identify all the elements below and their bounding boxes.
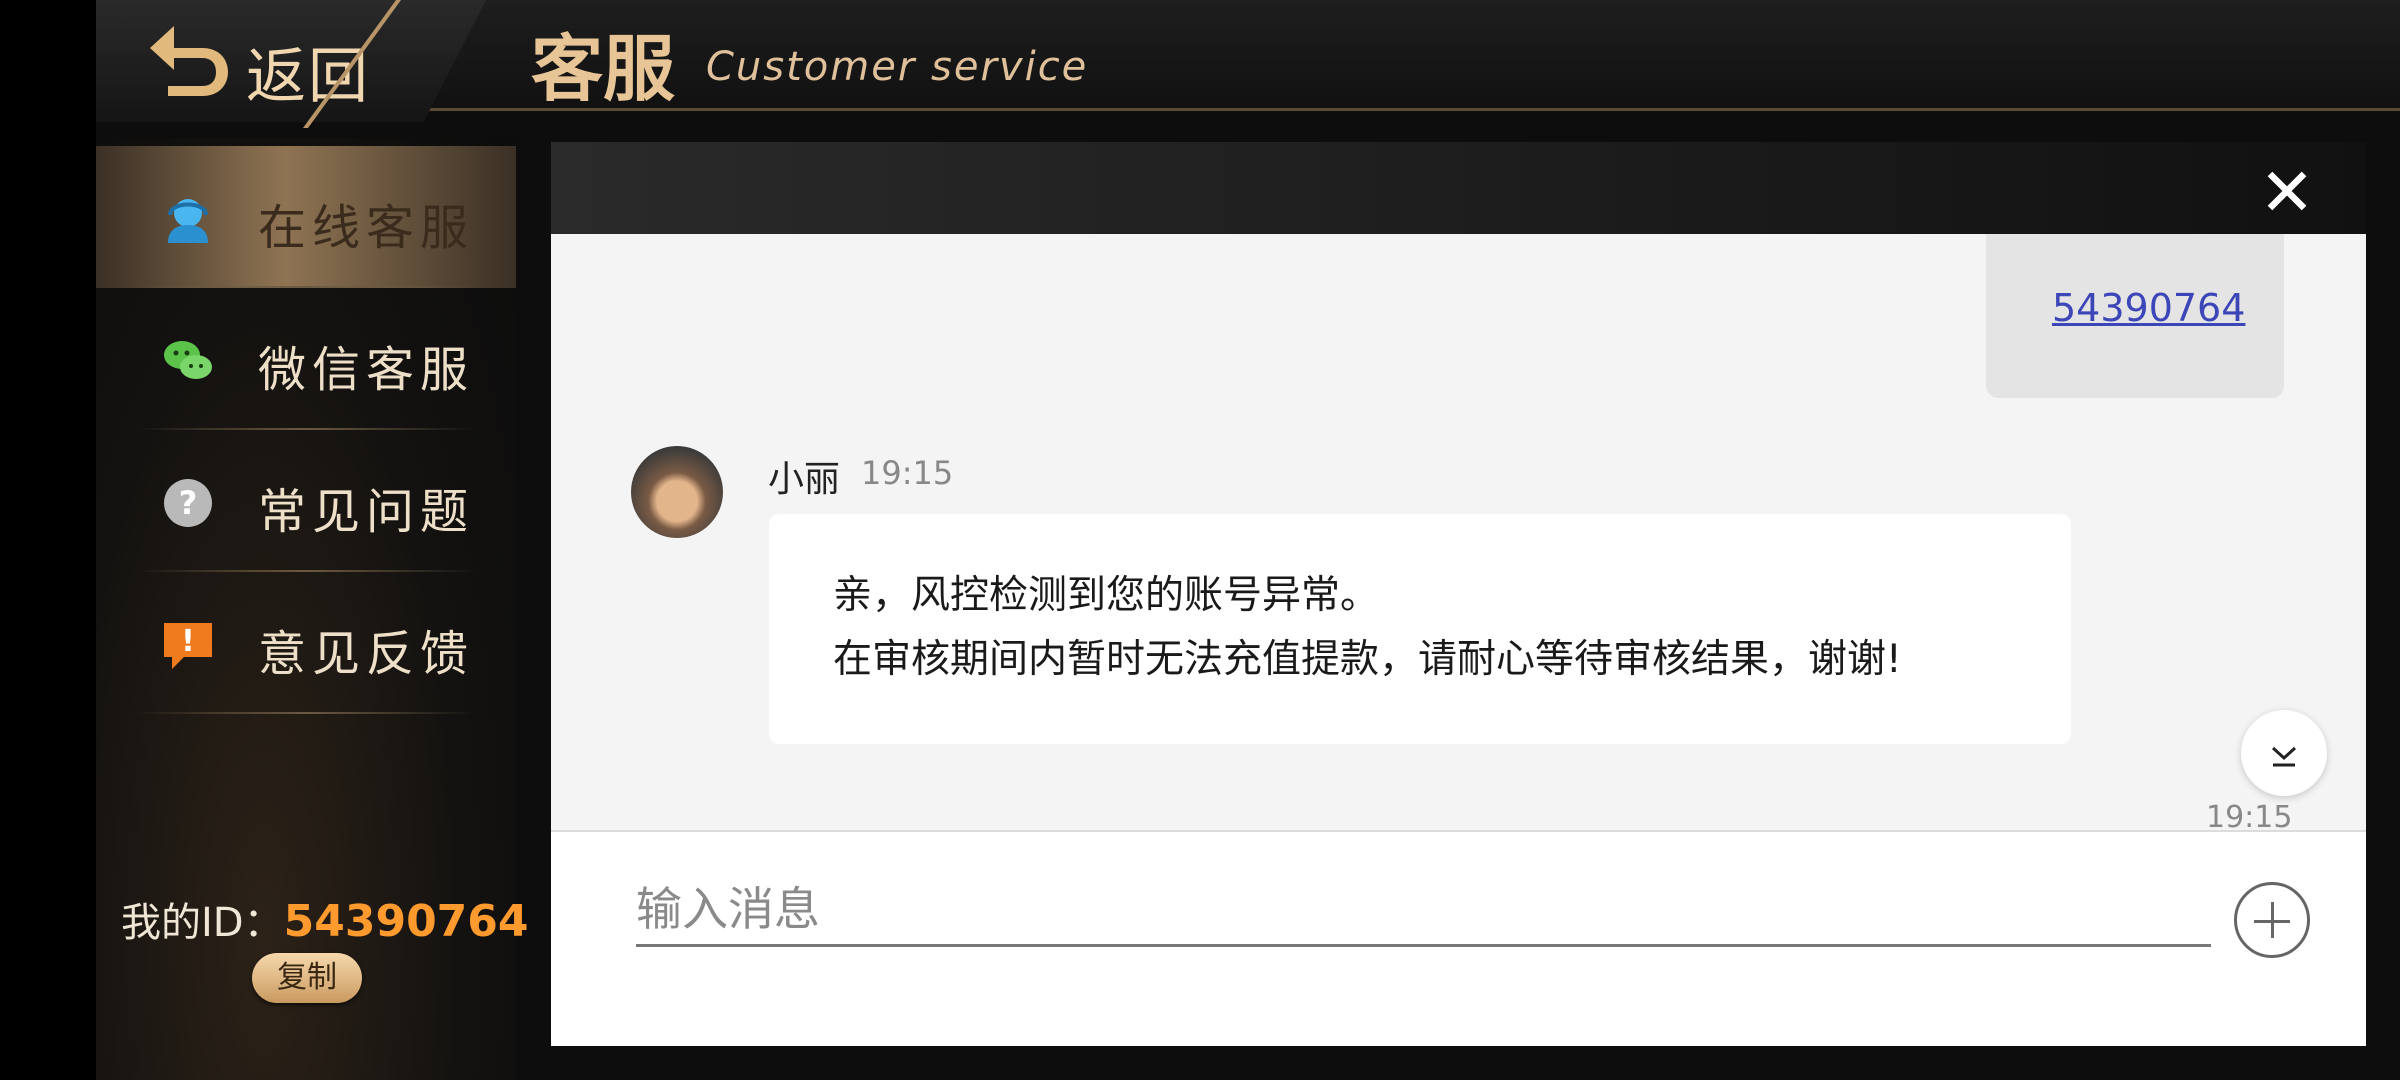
sidebar-item-online-service[interactable]: 在线客服 xyxy=(96,146,516,288)
sidebar-item-label: 微信客服 xyxy=(258,342,475,398)
agent-message-line: 在审核期间内暂时无法充值提款，请耐心等待审核结果，谢谢! xyxy=(833,637,1902,682)
sidebar-item-wechat-service[interactable]: 微信客服 xyxy=(96,288,516,430)
return-arrow-icon xyxy=(150,26,228,96)
agent-avatar[interactable] xyxy=(631,446,723,538)
wechat-icon xyxy=(164,341,212,379)
divider xyxy=(136,712,476,714)
sidebar-item-feedback[interactable]: ! 意见反馈 xyxy=(96,572,516,714)
scroll-to-bottom-button[interactable] xyxy=(2241,710,2327,796)
sidebar-item-label: 在线客服 xyxy=(258,200,475,256)
back-button[interactable]: 返回 xyxy=(96,0,486,122)
sidebar-item-faq[interactable]: ? 常见问题 xyxy=(96,430,516,572)
my-message-link[interactable]: 54390764 xyxy=(2052,286,2245,330)
agent-message-line: 亲，风控检测到您的账号异常。 xyxy=(833,573,1380,618)
message-input[interactable] xyxy=(636,874,2211,947)
chat-panel-header: ✕ xyxy=(551,142,2366,234)
my-id-value: 54390764 xyxy=(283,896,529,947)
question-icon: ? xyxy=(164,479,212,527)
page-title: 客服 xyxy=(531,27,676,111)
message-timestamp: 19:15 xyxy=(861,454,954,492)
message-timestamp: 19:15 xyxy=(2206,800,2293,830)
feedback-icon: ! xyxy=(164,623,212,669)
my-id-label: 我的ID： xyxy=(121,900,284,946)
add-attachment-button[interactable] xyxy=(2234,882,2310,958)
copy-button[interactable]: 复制 xyxy=(252,953,362,1003)
svg-text:!: ! xyxy=(181,624,195,659)
chevron-down-icon xyxy=(2271,746,2297,767)
sidebar-item-label: 常见问题 xyxy=(258,484,475,540)
agent-message-bubble: 亲，风控检测到您的账号异常。 在审核期间内暂时无法充值提款，请耐心等待审核结果，… xyxy=(769,514,2071,744)
back-label: 返回 xyxy=(246,42,370,112)
my-message-bubble: 54390764 xyxy=(1986,234,2284,398)
app-root: 返回 客服 Customer service 在线客服 微信客服 ? 常见问题 … xyxy=(96,0,2400,1080)
svg-text:?: ? xyxy=(179,484,198,522)
header-bar: 返回 客服 Customer service xyxy=(96,0,2400,128)
message-composer xyxy=(551,830,2366,1046)
sidebar-item-label: 意见反馈 xyxy=(258,626,475,682)
page-subtitle: Customer service xyxy=(706,44,1089,90)
agent-name: 小丽 xyxy=(768,459,841,500)
headset-icon xyxy=(168,199,208,243)
sidebar: 在线客服 微信客服 ? 常见问题 ! 意见反馈 我的ID：54390764 复制 xyxy=(96,138,529,1080)
chat-messages[interactable]: 54390764 小丽 19:15 亲，风控检测到您的账号异常。 在审核期间内暂… xyxy=(551,234,2366,830)
close-icon[interactable]: ✕ xyxy=(2259,160,2315,226)
my-id: 我的ID：54390764 xyxy=(121,890,529,948)
